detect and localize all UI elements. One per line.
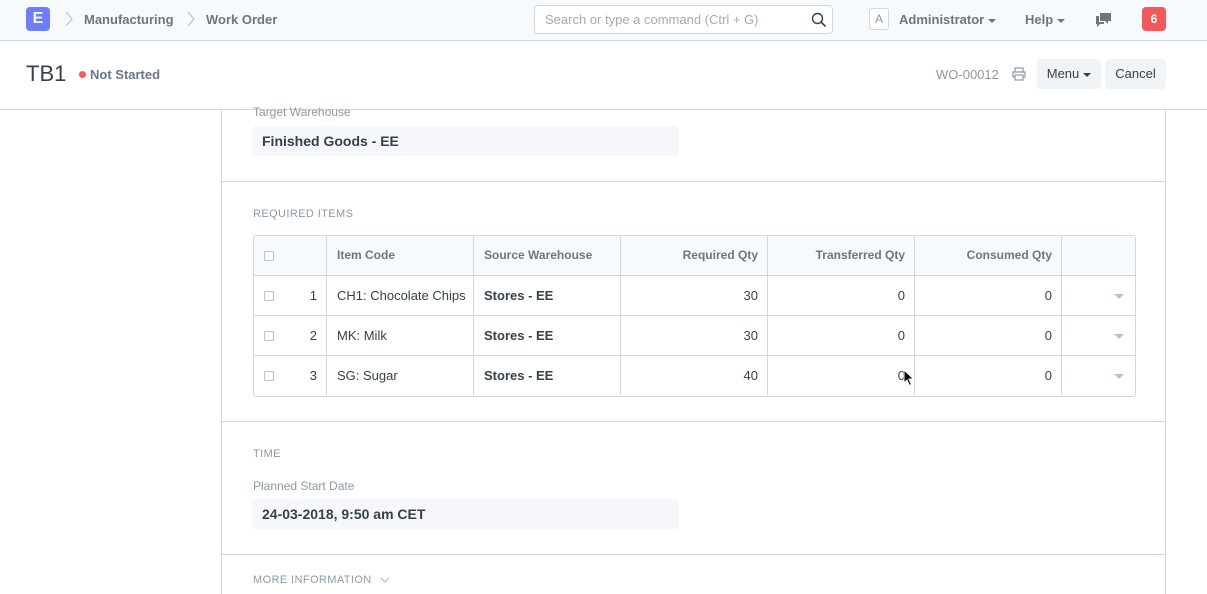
notifications-badge[interactable]: 6 <box>1142 7 1166 31</box>
row-index: 2 <box>309 328 317 343</box>
caret-down-icon <box>988 18 997 23</box>
chat-icon[interactable] <box>1095 12 1112 28</box>
row-actions-cell[interactable] <box>1061 316 1135 355</box>
help-dropdown[interactable]: Help <box>1025 12 1066 27</box>
user-menu-dropdown[interactable]: Administrator <box>899 12 997 27</box>
cell-required-qty[interactable]: 40 <box>620 356 768 395</box>
row-actions-cell[interactable] <box>1061 356 1135 395</box>
required-items-heading: REQUIRED ITEMS <box>253 208 354 220</box>
row-select-cell: 2 <box>254 316 327 355</box>
table-row[interactable]: 3 SG: Sugar Stores - EE 40 0 0 <box>254 356 1135 396</box>
cell-consumed-qty[interactable]: 0 <box>914 316 1062 355</box>
search-input[interactable] <box>535 6 795 33</box>
status-indicator-dot <box>79 71 86 78</box>
row-index: 1 <box>309 288 317 303</box>
more-information-toggle[interactable]: MORE INFORMATION <box>253 574 390 586</box>
dropdown-arrow-icon[interactable] <box>1114 334 1124 339</box>
required-items-table: Item Code Source Warehouse Required Qty … <box>253 235 1136 397</box>
print-icon[interactable] <box>1012 67 1026 81</box>
column-header-source-warehouse: Source Warehouse <box>473 236 621 275</box>
status-badge: Not Started <box>90 67 161 82</box>
target-warehouse-label: Target Warehouse <box>253 105 351 119</box>
search-bar <box>534 5 833 34</box>
cell-item-code[interactable]: CH1: Chocolate Chips <box>326 276 474 315</box>
column-header-item-code: Item Code <box>326 236 474 275</box>
planned-start-date-label: Planned Start Date <box>253 479 355 493</box>
page-title: TB1 <box>26 61 67 86</box>
cancel-button[interactable]: Cancel <box>1105 59 1166 89</box>
search-icon[interactable] <box>811 12 827 28</box>
caret-down-icon <box>1083 72 1092 77</box>
navbar: E Manufacturing Work Order A Administrat… <box>0 0 1207 41</box>
chevron-right-icon <box>65 11 73 27</box>
caret-down-icon <box>1057 18 1066 23</box>
time-heading: TIME <box>253 448 281 460</box>
table-row[interactable]: 1 CH1: Chocolate Chips Stores - EE 30 0 … <box>254 276 1135 316</box>
row-checkbox[interactable] <box>264 291 274 301</box>
cell-item-code[interactable]: SG: Sugar <box>326 356 474 395</box>
app-logo[interactable]: E <box>26 7 50 31</box>
chevron-down-icon <box>380 577 390 584</box>
help-label: Help <box>1025 12 1054 27</box>
more-information-heading: MORE INFORMATION <box>253 574 372 586</box>
breadcrumb-manufacturing[interactable]: Manufacturing <box>84 12 174 27</box>
table-row[interactable]: 2 MK: Milk Stores - EE 30 0 0 <box>254 316 1135 356</box>
select-all-cell <box>254 236 327 275</box>
column-header-transferred-qty: Transferred Qty <box>767 236 915 275</box>
form-body: Target Warehouse Finished Goods - EE REQ… <box>221 105 1166 594</box>
cell-consumed-qty[interactable]: 0 <box>914 276 1062 315</box>
table-header-row: Item Code Source Warehouse Required Qty … <box>254 236 1135 276</box>
cell-required-qty[interactable]: 30 <box>620 316 768 355</box>
planned-start-date-field[interactable]: 24-03-2018, 9:50 am CET <box>252 499 679 529</box>
avatar[interactable]: A <box>869 8 889 30</box>
row-checkbox[interactable] <box>264 331 274 341</box>
document-name: WO-00012 <box>936 67 999 82</box>
mouse-cursor-icon <box>903 369 915 387</box>
cell-item-code[interactable]: MK: Milk <box>326 316 474 355</box>
cell-source-warehouse[interactable]: Stores - EE <box>473 276 621 315</box>
cell-required-qty[interactable]: 30 <box>620 276 768 315</box>
required-items-section: REQUIRED ITEMS Item Code Source Warehous… <box>222 182 1165 422</box>
dropdown-arrow-icon[interactable] <box>1114 294 1124 299</box>
page-head: TB1 Not Started WO-00012 Menu Cancel <box>0 41 1207 110</box>
time-section: TIME Planned Start Date 24-03-2018, 9:50… <box>222 422 1165 555</box>
cell-transferred-qty[interactable]: 0 <box>767 276 915 315</box>
column-header-consumed-qty: Consumed Qty <box>914 236 1062 275</box>
column-header-actions <box>1061 236 1135 275</box>
row-index: 3 <box>309 368 317 383</box>
user-menu-label: Administrator <box>899 12 985 27</box>
select-all-checkbox[interactable] <box>264 251 274 261</box>
cell-source-warehouse[interactable]: Stores - EE <box>473 316 621 355</box>
row-checkbox[interactable] <box>264 371 274 381</box>
cell-transferred-qty[interactable]: 0 <box>767 356 915 395</box>
dropdown-arrow-icon[interactable] <box>1114 374 1124 379</box>
row-select-cell: 3 <box>254 356 327 395</box>
menu-button-label: Menu <box>1046 66 1080 81</box>
row-actions-cell[interactable] <box>1061 276 1135 315</box>
cell-source-warehouse[interactable]: Stores - EE <box>473 356 621 395</box>
breadcrumb-work-order[interactable]: Work Order <box>206 12 277 27</box>
chevron-right-icon <box>187 11 195 27</box>
cell-transferred-qty[interactable]: 0 <box>767 316 915 355</box>
row-select-cell: 1 <box>254 276 327 315</box>
menu-button[interactable]: Menu <box>1037 59 1101 89</box>
cell-consumed-qty[interactable]: 0 <box>914 356 1062 395</box>
target-warehouse-field[interactable]: Finished Goods - EE <box>252 126 679 156</box>
warehouse-section: Target Warehouse Finished Goods - EE <box>222 105 1165 182</box>
column-header-required-qty: Required Qty <box>620 236 768 275</box>
